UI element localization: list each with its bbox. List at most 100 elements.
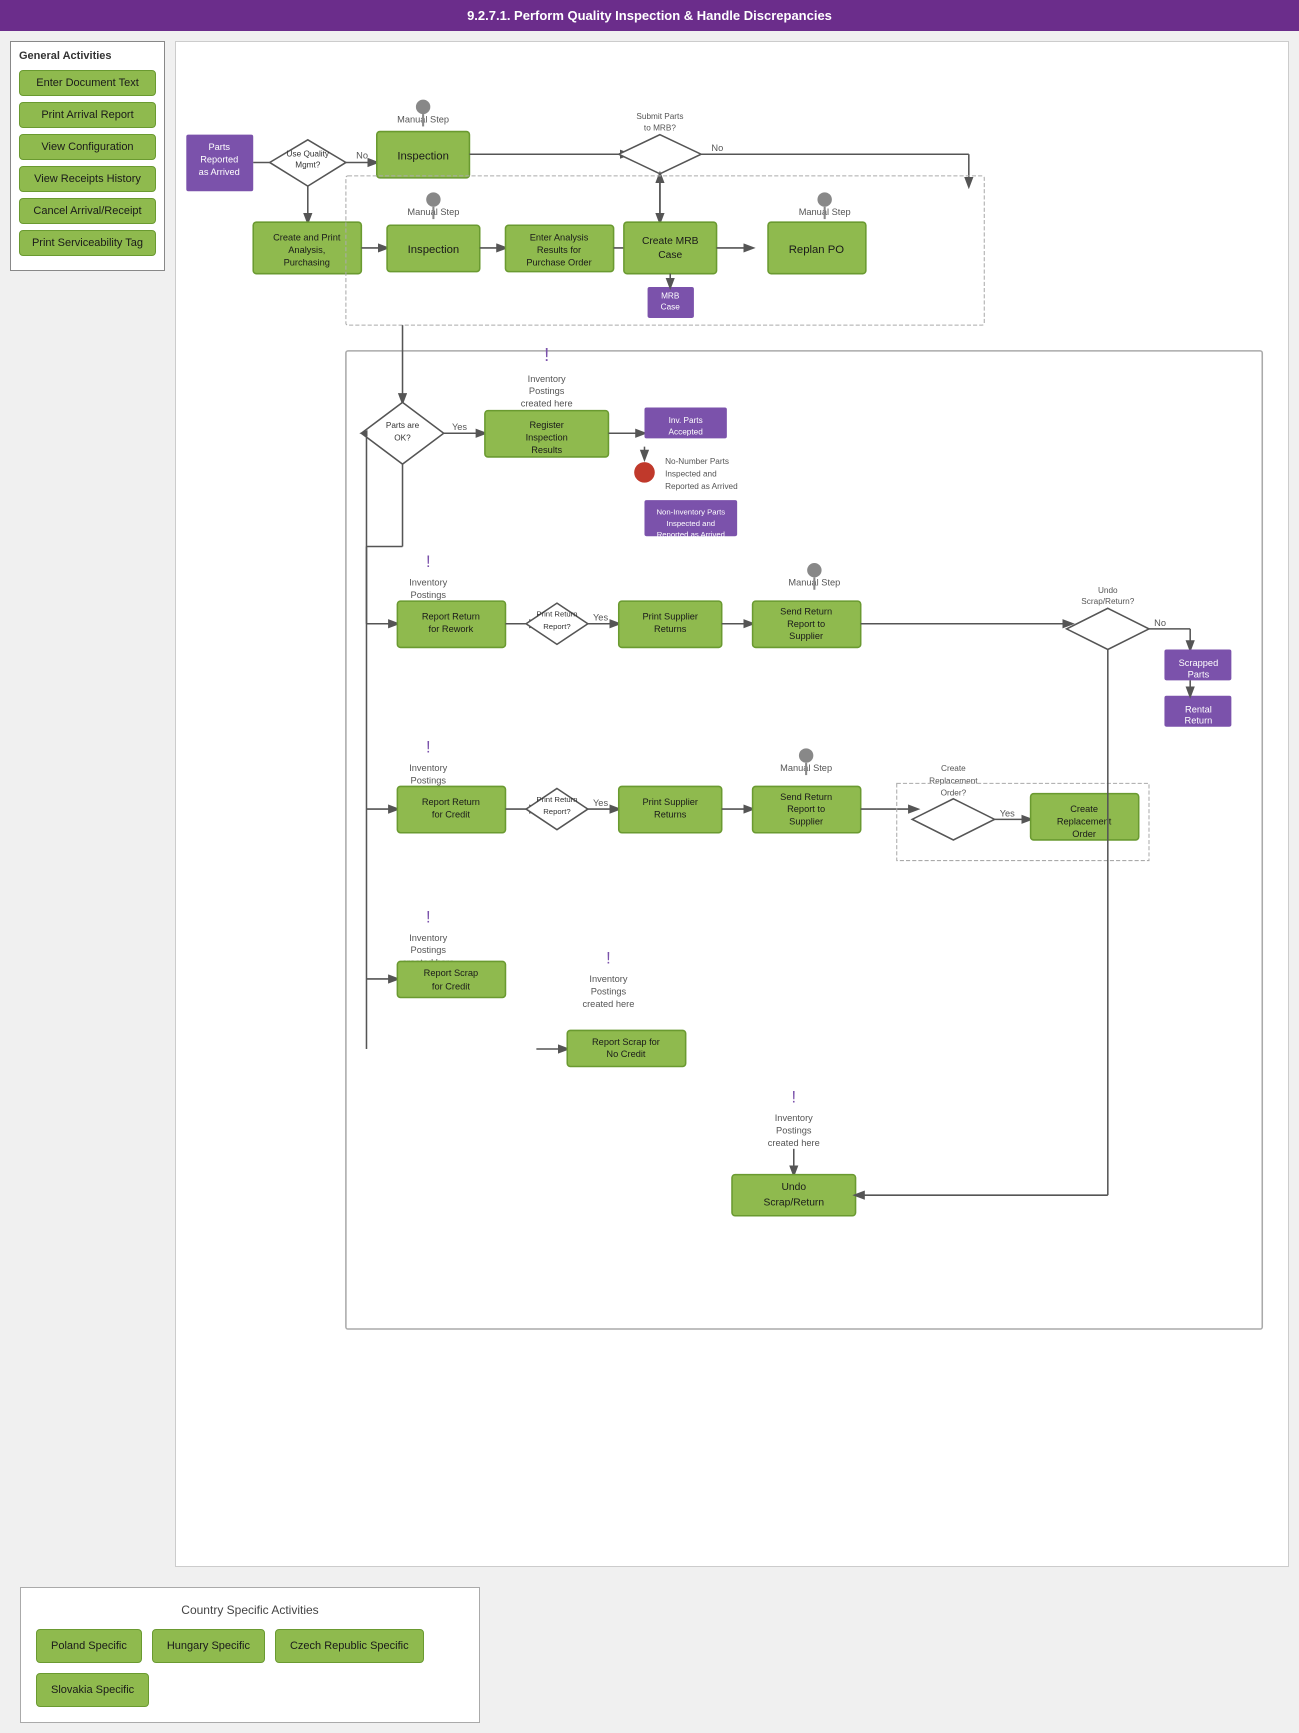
svg-text:Undo: Undo — [1098, 586, 1118, 595]
svg-text:Inspected and: Inspected and — [665, 470, 717, 479]
svg-text:created here: created here — [521, 398, 573, 408]
svg-text:Results: Results — [531, 445, 562, 455]
svg-text:Scrapped: Scrapped — [1179, 658, 1219, 668]
svg-text:Returns: Returns — [654, 809, 687, 819]
svg-text:Register: Register — [529, 420, 563, 430]
svg-text:Parts: Parts — [208, 142, 230, 152]
svg-text:Report Scrap: Report Scrap — [424, 968, 479, 978]
svg-text:!: ! — [544, 344, 549, 365]
svg-text:Parts are: Parts are — [386, 421, 420, 430]
svg-text:Postings: Postings — [776, 1125, 812, 1135]
svg-text:Create: Create — [1070, 804, 1098, 814]
svg-text:Replacement: Replacement — [929, 776, 978, 785]
svg-text:Postings: Postings — [411, 945, 447, 955]
svg-text:Inspection: Inspection — [397, 150, 449, 162]
svg-text:Report to: Report to — [787, 804, 825, 814]
svg-text:Analysis,: Analysis, — [288, 245, 325, 255]
svg-text:Enter Analysis: Enter Analysis — [530, 233, 589, 243]
poland-specific-button[interactable]: Poland Specific — [36, 1629, 142, 1663]
svg-text:Create MRB: Create MRB — [642, 236, 699, 247]
svg-text:Supplier: Supplier — [789, 817, 823, 827]
slovakia-specific-button[interactable]: Slovakia Specific — [36, 1673, 149, 1707]
svg-text:Return: Return — [1185, 716, 1213, 726]
svg-text:Rental: Rental — [1185, 704, 1212, 714]
svg-text:Mgmt?: Mgmt? — [295, 161, 321, 170]
create-mrb-node[interactable] — [624, 222, 717, 273]
svg-text:Inventory: Inventory — [409, 933, 447, 943]
svg-text:No-Number Parts: No-Number Parts — [665, 457, 729, 466]
svg-text:Scrap/Return: Scrap/Return — [763, 1197, 824, 1208]
svg-text:Create and Print: Create and Print — [273, 233, 341, 243]
country-activities-box: Country Specific Activities Poland Speci… — [20, 1587, 480, 1723]
svg-text:Report Scrap for: Report Scrap for — [592, 1037, 660, 1047]
svg-text:Purchasing: Purchasing — [284, 257, 330, 267]
svg-text:Send Return: Send Return — [780, 606, 832, 616]
svg-text:Report?: Report? — [543, 807, 570, 816]
svg-text:!: ! — [426, 738, 431, 756]
svg-text:Reported as Arrived: Reported as Arrived — [665, 482, 738, 491]
no-number-parts-node — [634, 462, 655, 483]
svg-text:Undo: Undo — [781, 1182, 806, 1193]
svg-text:Replacement: Replacement — [1057, 817, 1112, 827]
print-arrival-report-button[interactable]: Print Arrival Report — [19, 102, 156, 128]
submit-mrb-diamond — [619, 135, 701, 174]
view-receipts-history-button[interactable]: View Receipts History — [19, 166, 156, 192]
svg-text:Postings: Postings — [591, 986, 627, 996]
page-header: 9.2.7.1. Perform Quality Inspection & Ha… — [0, 0, 1299, 31]
svg-text:Inventory: Inventory — [775, 1113, 813, 1123]
svg-text:Use Quality: Use Quality — [287, 149, 330, 158]
enter-document-text-button[interactable]: Enter Document Text — [19, 70, 156, 96]
svg-text:Scrap/Return?: Scrap/Return? — [1081, 597, 1134, 606]
svg-text:Inspection: Inspection — [526, 432, 568, 442]
svg-text:Report Return: Report Return — [422, 612, 480, 622]
svg-text:Report Return: Report Return — [422, 797, 480, 807]
svg-text:No: No — [711, 143, 723, 153]
svg-text:Order: Order — [1072, 829, 1096, 839]
page-title: 9.2.7.1. Perform Quality Inspection & Ha… — [467, 8, 832, 23]
svg-text:Yes: Yes — [593, 613, 608, 623]
svg-text:!: ! — [606, 950, 611, 968]
svg-text:Postings: Postings — [411, 775, 447, 785]
undo-scrap-return-node[interactable] — [732, 1175, 856, 1216]
svg-text:for Rework: for Rework — [429, 624, 474, 634]
create-replacement-diamond — [912, 799, 994, 840]
country-grid: Poland Specific Hungary Specific Czech R… — [36, 1629, 464, 1707]
svg-text:Accepted: Accepted — [669, 427, 704, 436]
view-configuration-button[interactable]: View Configuration — [19, 134, 156, 160]
svg-text:Purchase Order: Purchase Order — [526, 257, 591, 267]
cancel-arrival-receipt-button[interactable]: Cancel Arrival/Receipt — [19, 198, 156, 224]
svg-text:OK?: OK? — [394, 433, 411, 442]
svg-text:Inventory: Inventory — [528, 374, 566, 384]
svg-text:Non-Inventory Parts: Non-Inventory Parts — [656, 508, 725, 517]
svg-text:Case: Case — [661, 303, 681, 312]
svg-text:Print Return: Print Return — [536, 610, 577, 619]
czech-republic-specific-button[interactable]: Czech Republic Specific — [275, 1629, 424, 1663]
hungary-specific-button[interactable]: Hungary Specific — [152, 1629, 265, 1663]
svg-text:Supplier: Supplier — [789, 631, 823, 641]
svg-text:Reported: Reported — [200, 154, 238, 164]
svg-text:Inventory: Inventory — [589, 974, 627, 984]
svg-text:!: ! — [426, 553, 431, 571]
svg-text:Inspected and: Inspected and — [667, 519, 716, 528]
svg-text:!: ! — [426, 908, 431, 926]
svg-text:Send Return: Send Return — [780, 792, 832, 802]
flow-diagram: Parts Reported as Arrived Use Quality Mg… — [176, 42, 1288, 1566]
print-serviceability-tag-button[interactable]: Print Serviceability Tag — [19, 230, 156, 256]
svg-text:No: No — [1154, 618, 1166, 628]
diagram-inner: Parts Reported as Arrived Use Quality Mg… — [175, 41, 1289, 1567]
svg-text:for Credit: for Credit — [432, 809, 470, 819]
svg-text:Print Supplier: Print Supplier — [642, 612, 698, 622]
svg-text:Postings: Postings — [411, 590, 447, 600]
svg-text:No Credit: No Credit — [606, 1049, 645, 1059]
svg-text:Parts: Parts — [1188, 669, 1210, 679]
svg-text:Results for: Results for — [537, 245, 581, 255]
diagram-area: Parts Reported as Arrived Use Quality Mg… — [175, 41, 1289, 1567]
svg-text:Case: Case — [658, 250, 682, 261]
svg-text:Print Return: Print Return — [536, 795, 577, 804]
svg-text:Inventory: Inventory — [409, 763, 447, 773]
svg-text:Returns: Returns — [654, 624, 687, 634]
sidebar: General Activities Enter Document Text P… — [10, 41, 165, 1567]
country-section: Country Specific Activities Poland Speci… — [10, 1587, 1289, 1723]
svg-text:Inspection: Inspection — [408, 244, 460, 256]
svg-text:Submit Parts: Submit Parts — [636, 112, 683, 121]
